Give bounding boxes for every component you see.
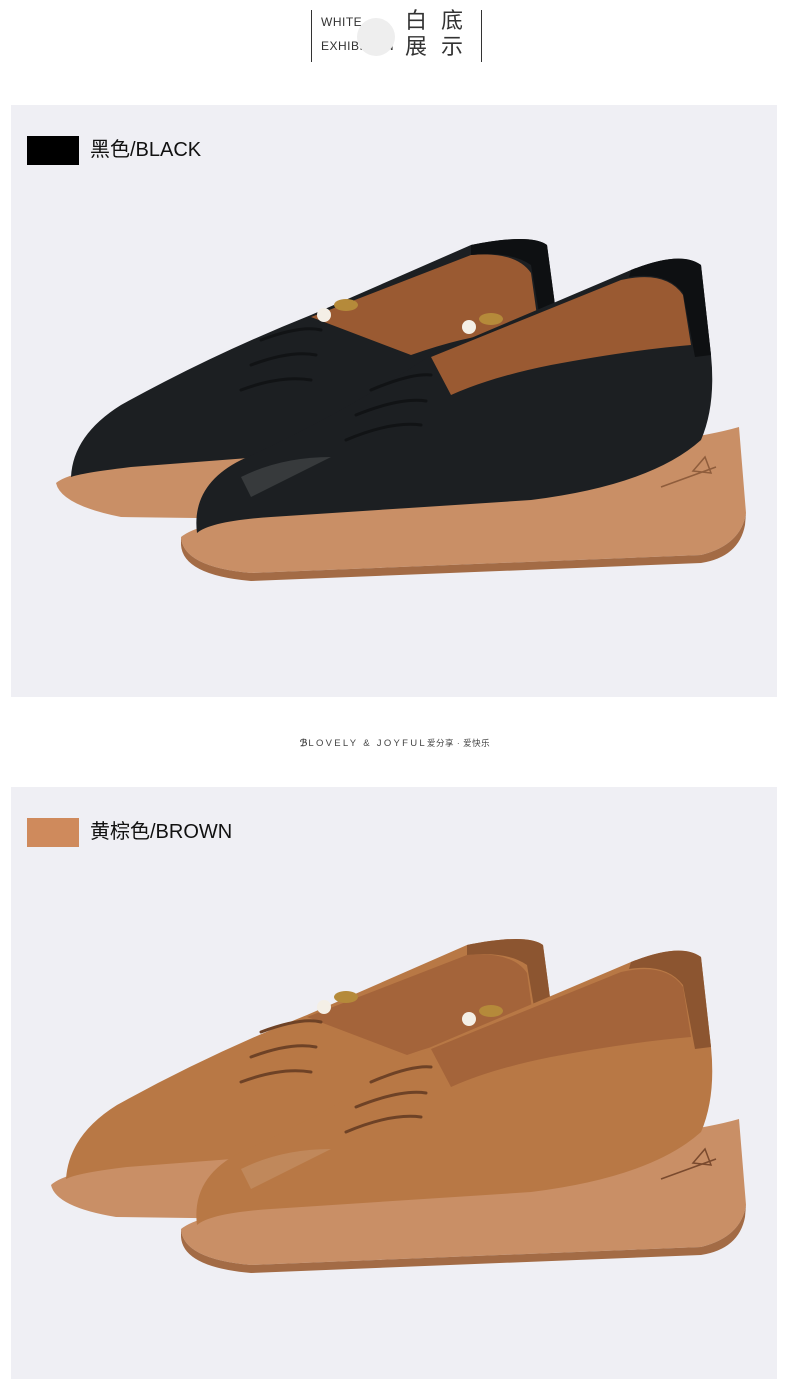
shoe-pair-black-image (56, 239, 746, 581)
header-left-rule (311, 10, 312, 62)
lovely-joyful-divider: ℬLOVELY & JOYFUL爱分享 · 爱快乐 (0, 737, 790, 753)
shoe-pair-brown-image (51, 939, 746, 1273)
divider-text-cn: 爱分享 · 爱快乐 (427, 738, 491, 748)
header-en-line1: WHITE (321, 15, 363, 29)
product-panel-black: 黑色/BLACK (11, 105, 777, 697)
header-decor-circle (357, 18, 395, 56)
divider-text-en: LOVELY & JOYFUL (308, 738, 428, 749)
section-header: WHITE EXHIBITION 白 底 展 示 (0, 0, 790, 80)
product-panel-brown: 黄棕色/BROWN (11, 787, 777, 1379)
header-zh-char4: 示 (441, 35, 464, 60)
header-right-rule (481, 10, 482, 62)
brand-mark-icon: ℬ (299, 738, 308, 749)
header-zh-char2: 底 (441, 9, 464, 34)
header-zh-char1: 白 (405, 9, 428, 34)
header-zh-char3: 展 (405, 35, 428, 60)
